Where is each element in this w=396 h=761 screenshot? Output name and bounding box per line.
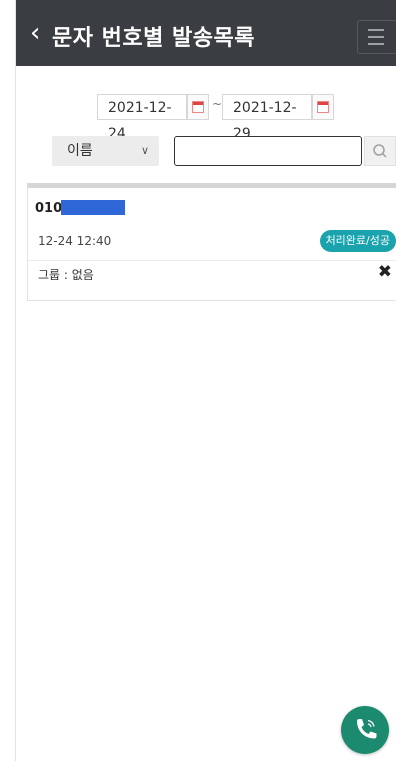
- search-button[interactable]: [364, 136, 396, 166]
- page-title: 문자 번호별 발송목록: [52, 26, 255, 51]
- start-calendar-button[interactable]: [187, 94, 209, 120]
- status-badge: 처리완료/성공: [319, 230, 396, 252]
- divider: [28, 260, 396, 261]
- hamburger-menu-icon: [368, 29, 384, 31]
- delete-button[interactable]: ✖: [378, 262, 392, 282]
- top-bar: ‹ 문자 번호별 발송목록: [16, 0, 396, 66]
- search-field-value: 이름: [67, 143, 93, 159]
- magnifier-icon: [373, 144, 387, 158]
- date-separator: ~: [212, 97, 223, 111]
- search-field-select[interactable]: 이름 ∨: [52, 136, 159, 166]
- calendar-icon: [192, 101, 204, 113]
- phone-number-redaction: [61, 200, 125, 215]
- sent-datetime: 12-24 12:40: [38, 234, 112, 248]
- app-frame: ‹ 문자 번호별 발송목록 2021-12-24 ~ 2021-12-29 이름…: [15, 0, 396, 761]
- search-bar: 이름 ∨: [52, 136, 396, 166]
- call-fab-button[interactable]: [341, 706, 389, 754]
- end-calendar-button[interactable]: [312, 94, 334, 120]
- record-card[interactable]: 010- 12-24 12:40 처리완료/성공 그룹 : 없음 ✖: [27, 183, 396, 301]
- calendar-icon: [317, 101, 329, 113]
- chevron-down-icon: ∨: [140, 144, 149, 157]
- search-input[interactable]: [174, 136, 362, 166]
- menu-button[interactable]: [357, 20, 396, 54]
- group-label: 그룹 : 없음: [38, 268, 94, 282]
- phone-call-icon: [357, 719, 377, 739]
- back-button[interactable]: ‹: [30, 19, 40, 47]
- start-date-field[interactable]: 2021-12-24: [97, 94, 187, 142]
- end-date-field[interactable]: 2021-12-29: [222, 94, 312, 142]
